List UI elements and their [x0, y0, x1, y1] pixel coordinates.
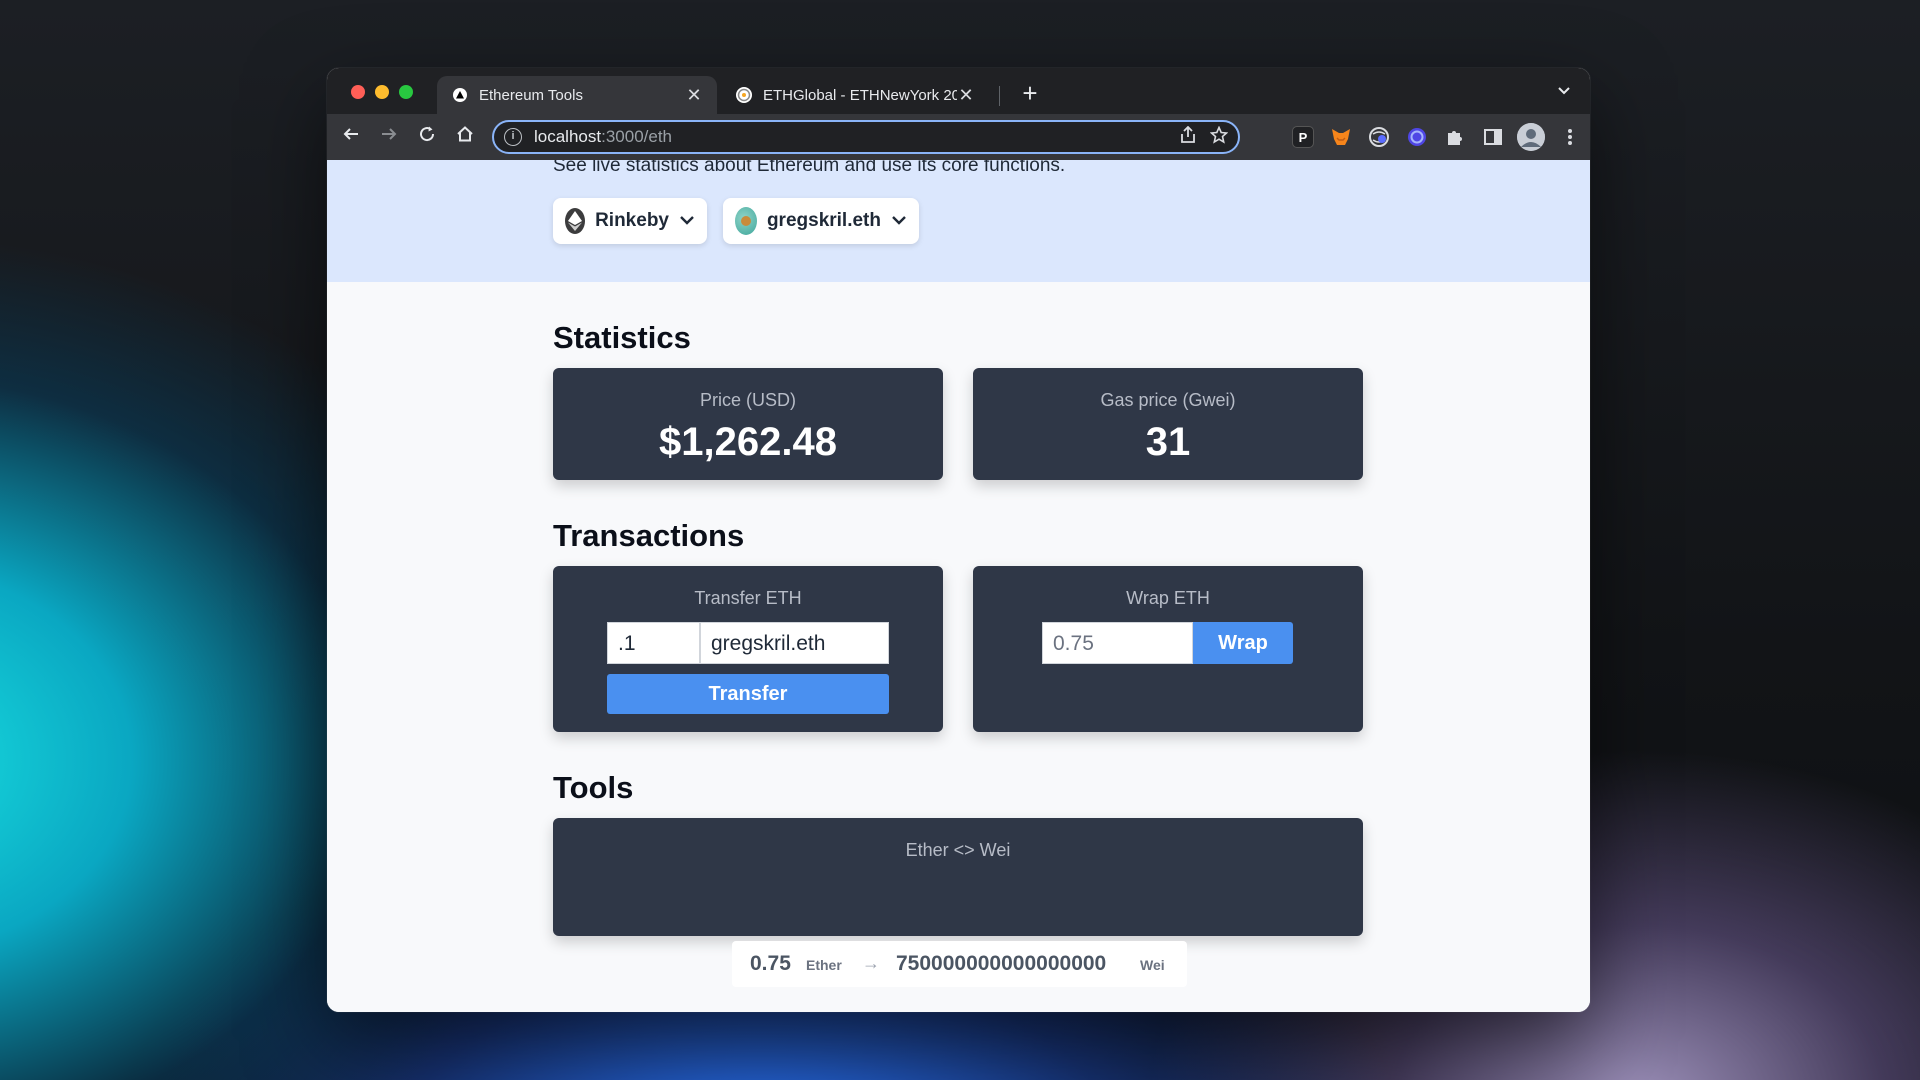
gas-price-card: Gas price (Gwei) 31: [973, 368, 1363, 480]
ether-wei-converter: 0.75 Ether → 750000000000000000 Wei: [732, 941, 1187, 987]
ethglobal-logo-icon: [735, 86, 753, 104]
tools-heading: Tools: [553, 770, 634, 805]
statistics-heading: Statistics: [553, 320, 691, 355]
tab-ethglobal[interactable]: ETHGlobal - ETHNewYork 2022 ✕: [721, 76, 989, 114]
wrap-eth-label: Wrap ETH: [1126, 588, 1210, 608]
maximize-window-button[interactable]: [399, 85, 413, 99]
hero-section: See live statistics about Ethereum and u…: [327, 160, 1590, 282]
transfer-amount-input[interactable]: .1: [607, 622, 700, 664]
tab-bar: Ethereum Tools ✕ ETHGlobal - ETHNewYork …: [327, 68, 1590, 114]
triangle-logo-icon: [451, 86, 469, 104]
tab-title: ETHGlobal - ETHNewYork 2022: [763, 86, 957, 104]
transactions-heading: Transactions: [553, 518, 745, 553]
chevron-down-icon: [679, 213, 695, 229]
wrap-eth-card: Wrap ETH 0.75 Wrap: [973, 566, 1363, 732]
tab-title: Ethereum Tools: [479, 86, 583, 104]
share-icon[interactable]: [1180, 125, 1196, 149]
site-info-icon[interactable]: i: [504, 128, 522, 146]
home-icon: [457, 126, 473, 142]
price-label: Price (USD): [699, 390, 796, 410]
browser-toolbar: i localhost:3000/eth P: [327, 114, 1590, 160]
gas-price-label: Gas price (Gwei): [1100, 390, 1236, 410]
account-label: gregskril.eth: [766, 210, 881, 231]
network-selector[interactable]: Rinkeby: [553, 198, 707, 244]
ethereum-logo-icon: [565, 208, 586, 234]
ether-wei-converter-card: Ether <> Wei: [553, 818, 1363, 936]
url-path: :3000/eth: [601, 127, 673, 146]
transfer-eth-card: Transfer ETH .1 gregskril.eth Transfer: [553, 566, 943, 732]
globe-extension-icon[interactable]: [1368, 126, 1390, 148]
ether-input[interactable]: 0.75: [750, 941, 791, 987]
p-extension-icon[interactable]: P: [1292, 126, 1314, 148]
page-content: See live statistics about Ethereum and u…: [327, 160, 1590, 1012]
transfer-recipient-input[interactable]: gregskril.eth: [700, 622, 889, 664]
profile-avatar[interactable]: [1517, 123, 1545, 151]
chevron-down-icon: [891, 213, 907, 229]
target-extension-icon[interactable]: [1406, 126, 1428, 148]
price-value: $1,262.48: [659, 420, 837, 464]
tab-ethereum-tools[interactable]: Ethereum Tools ✕: [437, 76, 717, 114]
url-text: localhost:3000/eth: [534, 127, 1166, 147]
close-window-button[interactable]: [351, 85, 365, 99]
arrow-left-icon: [343, 128, 358, 140]
browser-menu-icon[interactable]: [1559, 126, 1581, 148]
network-label: Rinkeby: [595, 210, 669, 231]
metamask-fox-icon[interactable]: [1330, 126, 1352, 148]
tab-search-icon[interactable]: [1556, 82, 1572, 101]
url-host: localhost: [534, 127, 602, 146]
address-bar[interactable]: i localhost:3000/eth: [492, 120, 1240, 154]
reload-button[interactable]: [413, 123, 441, 151]
price-card: Price (USD) $1,262.48: [553, 368, 943, 480]
minimize-window-button[interactable]: [375, 85, 389, 99]
wei-output[interactable]: 750000000000000000: [896, 941, 1106, 987]
arrow-right-icon: →: [862, 953, 880, 973]
home-button[interactable]: [451, 123, 479, 151]
wrap-button[interactable]: Wrap: [1193, 622, 1293, 664]
tab-separator: [999, 86, 1000, 106]
wei-unit-label: Wei: [1140, 957, 1165, 973]
close-tab-icon[interactable]: ✕: [957, 85, 975, 106]
account-avatar-icon: [735, 207, 757, 235]
close-tab-icon[interactable]: ✕: [685, 85, 703, 106]
account-selector[interactable]: gregskril.eth: [723, 198, 919, 244]
ether-unit-label: Ether: [806, 957, 842, 973]
wrap-amount-input[interactable]: 0.75: [1042, 622, 1193, 664]
forward-button[interactable]: [375, 123, 403, 151]
converter-label: Ether <> Wei: [905, 840, 1011, 860]
back-button[interactable]: [337, 123, 365, 151]
side-panel-icon[interactable]: [1482, 126, 1504, 148]
transfer-button[interactable]: Transfer: [607, 674, 889, 714]
transfer-eth-label: Transfer ETH: [694, 588, 802, 608]
page-subtitle: See live statistics about Ethereum and u…: [553, 160, 1066, 176]
arrow-right-icon: [382, 128, 397, 140]
new-tab-button[interactable]: +: [1015, 78, 1045, 108]
gas-price-value: 31: [1145, 420, 1191, 464]
bookmark-star-icon[interactable]: [1209, 125, 1229, 149]
puzzle-extensions-icon[interactable]: [1444, 126, 1466, 148]
reload-icon: [420, 126, 435, 142]
browser-window: Ethereum Tools ✕ ETHGlobal - ETHNewYork …: [327, 68, 1590, 1012]
